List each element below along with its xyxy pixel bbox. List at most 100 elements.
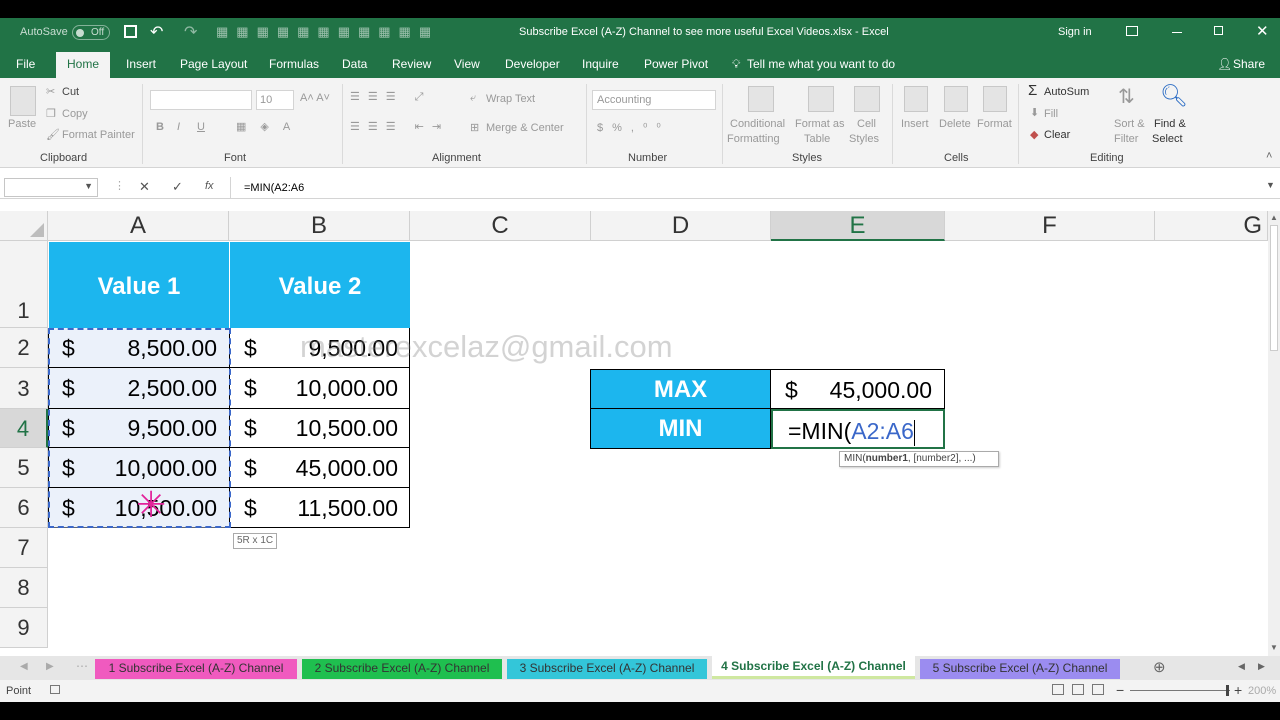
autosum-button[interactable]: AutoSum — [1044, 86, 1089, 98]
tell-me-search[interactable]: Tell me what you want to do — [747, 57, 895, 71]
vertical-scrollbar[interactable]: ▲ ▼ — [1268, 211, 1280, 656]
cancel-formula-icon[interactable]: ✕ — [139, 179, 150, 195]
alignment-icons-bottom[interactable]: ☰☰☰ ⇤⇥ — [350, 120, 449, 133]
scroll-down-icon[interactable]: ▼ — [1270, 643, 1278, 652]
save-icon[interactable] — [124, 25, 137, 38]
header-cell-value-2[interactable]: Value 2 — [229, 242, 410, 328]
sheet-tab-1[interactable]: 1 Subscribe Excel (A-Z) Channel — [95, 659, 297, 679]
row-header-6[interactable]: 6 — [0, 488, 48, 528]
share-button[interactable]: Share — [1233, 57, 1265, 71]
sheet-tab-3[interactable]: 3 Subscribe Excel (A-Z) Channel — [507, 659, 707, 679]
next-sheet-icon[interactable]: ▶ — [46, 661, 54, 672]
tab-insert[interactable]: Insert — [126, 57, 156, 71]
min-label-cell[interactable]: MIN — [590, 409, 771, 449]
tab-review[interactable]: Review — [392, 57, 431, 71]
tab-data[interactable]: Data — [342, 57, 367, 71]
row-header-4[interactable]: 4 — [0, 409, 48, 448]
tab-file[interactable]: File — [16, 57, 35, 71]
sheet-tab-2[interactable]: 2 Subscribe Excel (A-Z) Channel — [302, 659, 502, 679]
grow-font-icon[interactable]: A˄ A˅ — [300, 92, 330, 104]
scroll-thumb[interactable] — [1270, 225, 1278, 351]
zoom-slider-thumb[interactable] — [1226, 685, 1229, 696]
sheet-tab-5[interactable]: 5 Subscribe Excel (A-Z) Channel — [920, 659, 1120, 679]
more-sheets-icon[interactable]: ⋯ — [76, 659, 88, 673]
paste-icon[interactable] — [10, 86, 36, 116]
bold-button[interactable]: B — [156, 121, 164, 133]
tooltip-function[interactable]: MIN( — [844, 453, 866, 464]
format-as-table-label2[interactable]: Table — [804, 133, 830, 145]
insert-cells-button[interactable]: Insert — [901, 118, 929, 130]
minimize-icon[interactable] — [1172, 32, 1182, 33]
min-formula-cell[interactable]: =MIN(A2:A6 — [771, 409, 945, 449]
format-cells-button[interactable]: Format — [977, 118, 1012, 130]
font-size-select[interactable]: 10 — [256, 90, 294, 110]
conditional-formatting-label[interactable]: Conditional — [730, 118, 785, 130]
zoom-level[interactable]: 200% — [1248, 685, 1276, 697]
wrap-text-button[interactable]: Wrap Text — [486, 93, 535, 105]
sheet-tab-4-active[interactable]: 4 Subscribe Excel (A-Z) Channel — [712, 656, 915, 679]
scroll-up-icon[interactable]: ▲ — [1270, 213, 1278, 222]
cell-b5[interactable]: $45,000.00 — [229, 448, 410, 488]
column-header-a[interactable]: A — [48, 211, 229, 241]
zoom-slider[interactable] — [1130, 690, 1230, 691]
row-header-2[interactable]: 2 — [0, 328, 48, 368]
name-box[interactable]: ▼ — [4, 178, 98, 197]
column-header-d[interactable]: D — [591, 211, 771, 241]
expand-formula-icon[interactable]: ▼ — [1266, 180, 1275, 190]
tab-developer[interactable]: Developer — [505, 57, 560, 71]
enter-formula-icon[interactable]: ✓ — [172, 179, 183, 195]
tab-view[interactable]: View — [454, 57, 480, 71]
clear-button[interactable]: Clear — [1044, 129, 1070, 141]
cell-styles-label[interactable]: Cell — [857, 118, 876, 130]
merge-center-button[interactable]: Merge & Center — [486, 122, 564, 134]
autosave-toggle[interactable]: Off — [72, 25, 110, 40]
format-painter-button[interactable]: Format Painter — [62, 129, 135, 141]
tab-page-layout[interactable]: Page Layout — [180, 57, 247, 71]
add-sheet-icon[interactable]: ⊕ — [1153, 658, 1166, 676]
page-break-view-icon[interactable] — [1092, 684, 1104, 695]
max-value-cell[interactable]: $45,000.00 — [771, 369, 945, 409]
worksheet-grid[interactable]: A B C D E F G 1 2 3 4 5 6 7 8 9 Value 1 … — [0, 211, 1268, 656]
underline-button[interactable]: U — [197, 121, 205, 133]
select-all-corner[interactable] — [0, 211, 48, 241]
cell-styles-label2[interactable]: Styles — [849, 133, 879, 145]
tab-inquire[interactable]: Inquire — [582, 57, 619, 71]
cell-b6[interactable]: $11,500.00 — [229, 488, 410, 528]
ribbon-display-icon[interactable] — [1126, 26, 1138, 36]
find-select-label[interactable]: Find & — [1154, 118, 1186, 130]
tab-home[interactable]: Home — [56, 52, 110, 78]
row-header-8[interactable]: 8 — [0, 568, 48, 608]
horizontal-scroll-right-icon[interactable]: ▶ — [1258, 661, 1265, 672]
zoom-out-icon[interactable]: − — [1116, 682, 1124, 698]
row-header-3[interactable]: 3 — [0, 368, 48, 409]
sort-filter-label[interactable]: Sort & — [1114, 118, 1145, 130]
number-format-icons[interactable]: $%,⁰⁰ — [597, 121, 670, 134]
cell-b3[interactable]: $10,000.00 — [229, 368, 410, 409]
delete-cells-button[interactable]: Delete — [939, 118, 971, 130]
tab-power-pivot[interactable]: Power Pivot — [644, 57, 708, 71]
border-fill-color-icons[interactable]: ▦◈A — [236, 120, 304, 133]
paste-button[interactable]: Paste — [8, 118, 36, 130]
header-cell-value-1[interactable]: Value 1 — [49, 242, 229, 328]
italic-button[interactable]: I — [177, 121, 180, 133]
collapse-ribbon-icon[interactable]: ˄ — [1266, 150, 1272, 162]
close-icon[interactable]: ✕ — [1256, 22, 1269, 40]
alignment-icons-top[interactable]: ☰☰☰ ⤢ — [350, 90, 431, 104]
macro-record-icon[interactable] — [50, 685, 60, 694]
formula-input[interactable]: =MIN(A2:A6 — [244, 182, 304, 194]
prev-sheet-icon[interactable]: ◀ — [20, 661, 28, 672]
row-header-9[interactable]: 9 — [0, 608, 48, 648]
tab-formulas[interactable]: Formulas — [269, 57, 319, 71]
column-header-b[interactable]: B — [229, 211, 410, 241]
sort-filter-label2[interactable]: Filter — [1114, 133, 1138, 145]
number-format-select[interactable]: Accounting — [592, 90, 716, 110]
redo-icon[interactable]: ↷ — [184, 22, 197, 42]
insert-function-icon[interactable]: fx — [205, 180, 214, 192]
zoom-in-icon[interactable]: + — [1234, 682, 1242, 698]
max-label-cell[interactable]: MAX — [590, 369, 771, 409]
horizontal-scroll-left-icon[interactable]: ◀ — [1238, 661, 1245, 672]
normal-view-icon[interactable] — [1052, 684, 1064, 695]
copy-button[interactable]: Copy — [62, 108, 88, 120]
column-header-c[interactable]: C — [410, 211, 591, 241]
cell-b4[interactable]: $10,500.00 — [229, 409, 410, 448]
